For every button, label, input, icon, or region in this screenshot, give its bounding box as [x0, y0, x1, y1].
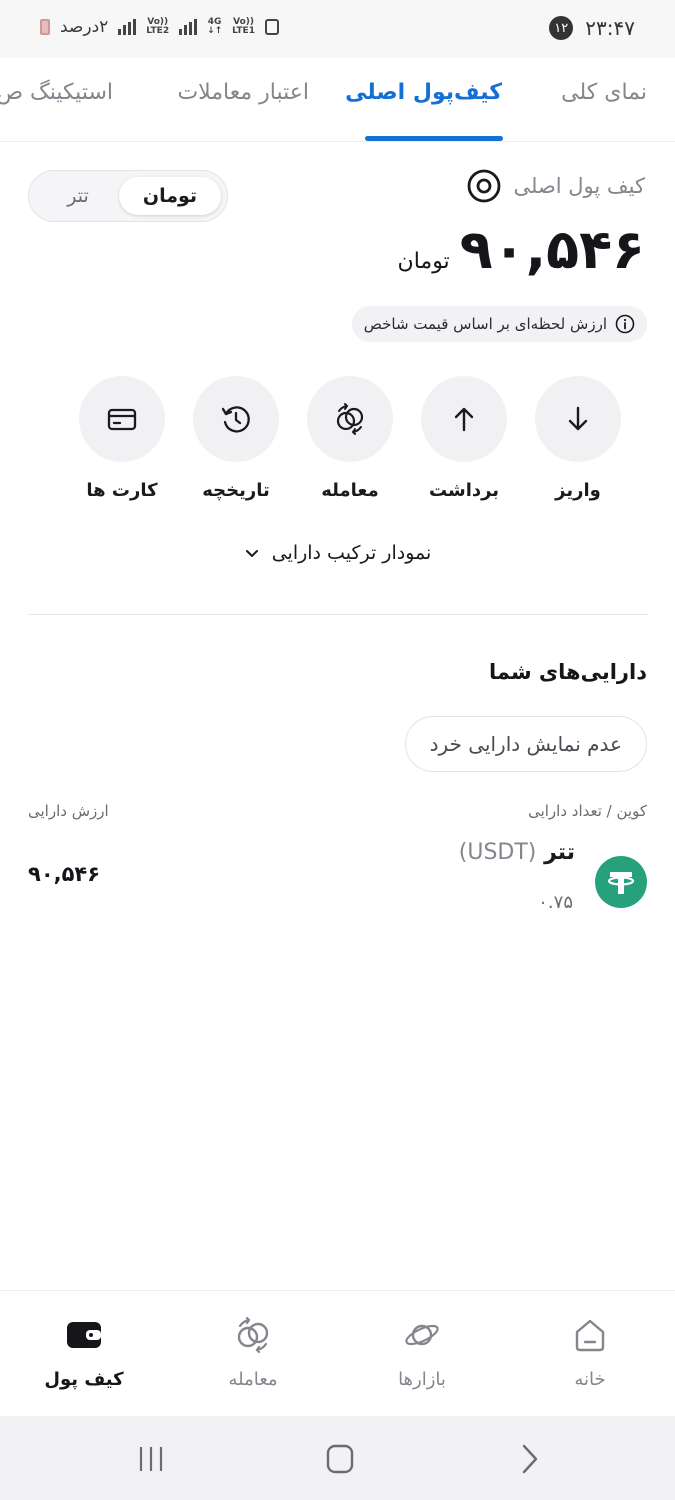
balance-value: ۹۰,۵۴۶ [459, 218, 645, 281]
chevron-down-icon [245, 550, 258, 557]
trade-circle [307, 376, 393, 462]
price-note[interactable]: ارزش لحظه‌ای بر اساس قیمت شاخص [351, 306, 647, 342]
tab-main-wallet[interactable]: کیف‌پول اصلی [345, 80, 502, 105]
sim-icon [264, 19, 279, 35]
withdraw-button[interactable]: برداشت [409, 376, 519, 501]
battery-text: ۲درصد [60, 17, 109, 37]
home-button-icon[interactable] [320, 1444, 360, 1474]
currency-tether-option[interactable]: تتر [43, 177, 113, 215]
clock: ۲۳:۴۷ [585, 16, 635, 40]
system-navigation-bar [0, 1416, 675, 1500]
info-icon [615, 314, 635, 334]
wallet-title: کیف پول اصلی [513, 174, 646, 198]
divider [28, 614, 648, 615]
deposit-button[interactable]: واریز [523, 376, 633, 501]
cards-button[interactable]: کارت ها [67, 376, 177, 501]
price-note-text: ارزش لحظه‌ای بر اساس قیمت شاخص [363, 315, 607, 333]
exchange-icon [336, 403, 364, 435]
trade-label: معامله [321, 480, 379, 501]
asset-symbol: (USDT) [458, 840, 537, 865]
deposit-circle [535, 376, 621, 462]
eye-icon[interactable] [466, 168, 502, 204]
wallet-title-row: کیف پول اصلی [466, 168, 646, 204]
bottom-navigation: خانه بازارها معامله کیف پول [0, 1290, 675, 1416]
cards-circle [79, 376, 165, 462]
cards-label: کارت ها [86, 480, 158, 501]
nav-wallet[interactable]: کیف پول [24, 1315, 144, 1390]
tab-trading-credit[interactable]: اعتبار معاملات [177, 80, 309, 105]
chart-toggle-label: نمودار ترکیب دارایی [271, 542, 432, 564]
nav-markets[interactable]: بازارها [362, 1315, 482, 1390]
deposit-label: واریز [555, 480, 601, 501]
nav-trade[interactable]: معامله [193, 1315, 313, 1390]
signal-icon [118, 19, 137, 35]
wallet-icon [67, 1322, 101, 1348]
back-icon[interactable] [510, 1444, 550, 1474]
balance-row: ۹۰,۵۴۶ تومان [398, 218, 645, 281]
nav-home-label: خانه [574, 1369, 606, 1390]
asset-name-text: تتر [544, 840, 575, 865]
withdraw-label: برداشت [428, 480, 500, 501]
exchange-icon [237, 1316, 269, 1354]
recent-apps-icon[interactable] [131, 1444, 171, 1474]
status-left: ۲درصد Vo)) LTE2 4G ↓↑ Vo)) LTE1 [40, 17, 279, 37]
arrow-down-icon [568, 406, 588, 431]
battery-icon [40, 19, 50, 35]
balance-unit: تومان [397, 249, 450, 274]
column-header-coin: کوین / تعداد دارایی [528, 802, 647, 820]
currency-toman-option[interactable]: تومان [119, 177, 221, 215]
tether-icon [595, 856, 647, 908]
arrow-up-icon [454, 407, 474, 432]
trade-button[interactable]: معامله [295, 376, 405, 501]
history-icon [221, 406, 250, 433]
volte-lte2-label: Vo)) LTE2 [146, 17, 170, 36]
wallet-tabs: نمای کلی کیف‌پول اصلی اعتبار معاملات است… [0, 58, 675, 142]
asset-name: تتر (USDT) [459, 840, 575, 865]
hide-small-assets-button[interactable]: عدم نمایش دارایی خرد [404, 716, 647, 772]
planet-icon [405, 1324, 439, 1346]
asset-quantity: ۰.۷۵ [538, 892, 573, 913]
assets-title: دارایی‌های شما [488, 660, 647, 684]
column-header-value: ارزش دارایی [28, 802, 109, 820]
notification-badge: ۱۲ [549, 16, 574, 40]
nav-wallet-label: کیف پول [44, 1369, 124, 1390]
withdraw-circle [421, 376, 507, 462]
signal-icon [179, 19, 198, 35]
asset-chart-toggle[interactable]: نمودار ترکیب دارایی [0, 542, 675, 564]
home-icon [575, 1319, 605, 1352]
history-label: تاریخچه [202, 480, 270, 501]
quick-actions: واریز برداشت معامله تاریخچه کارت ها [70, 376, 636, 506]
asset-value: ۹۰,۵۴۶ [28, 862, 101, 886]
nav-markets-label: بازارها [398, 1369, 446, 1390]
active-tab-indicator [365, 136, 503, 141]
nav-home[interactable]: خانه [530, 1315, 650, 1390]
currency-toggle[interactable]: تومان تتر [28, 170, 228, 222]
history-button[interactable]: تاریخچه [181, 376, 291, 501]
network-type-label: 4G ↓↑ [207, 17, 223, 36]
status-bar: ۲درصد Vo)) LTE2 4G ↓↑ Vo)) LTE1 ۱۲ ۲۳:۴۷ [0, 0, 675, 58]
asset-row[interactable]: تتر (USDT) ۰.۷۵ ۹۰,۵۴۶ [0, 836, 675, 926]
nav-trade-label: معامله [228, 1369, 278, 1390]
tab-staking[interactable]: استیکینگ ص [0, 80, 113, 105]
card-icon [107, 408, 137, 431]
history-circle [193, 376, 279, 462]
status-right: ۱۲ ۲۳:۴۷ [549, 16, 635, 40]
tab-overview[interactable]: نمای کلی [561, 80, 647, 105]
volte-lte1-label: Vo)) LTE1 [232, 17, 255, 36]
